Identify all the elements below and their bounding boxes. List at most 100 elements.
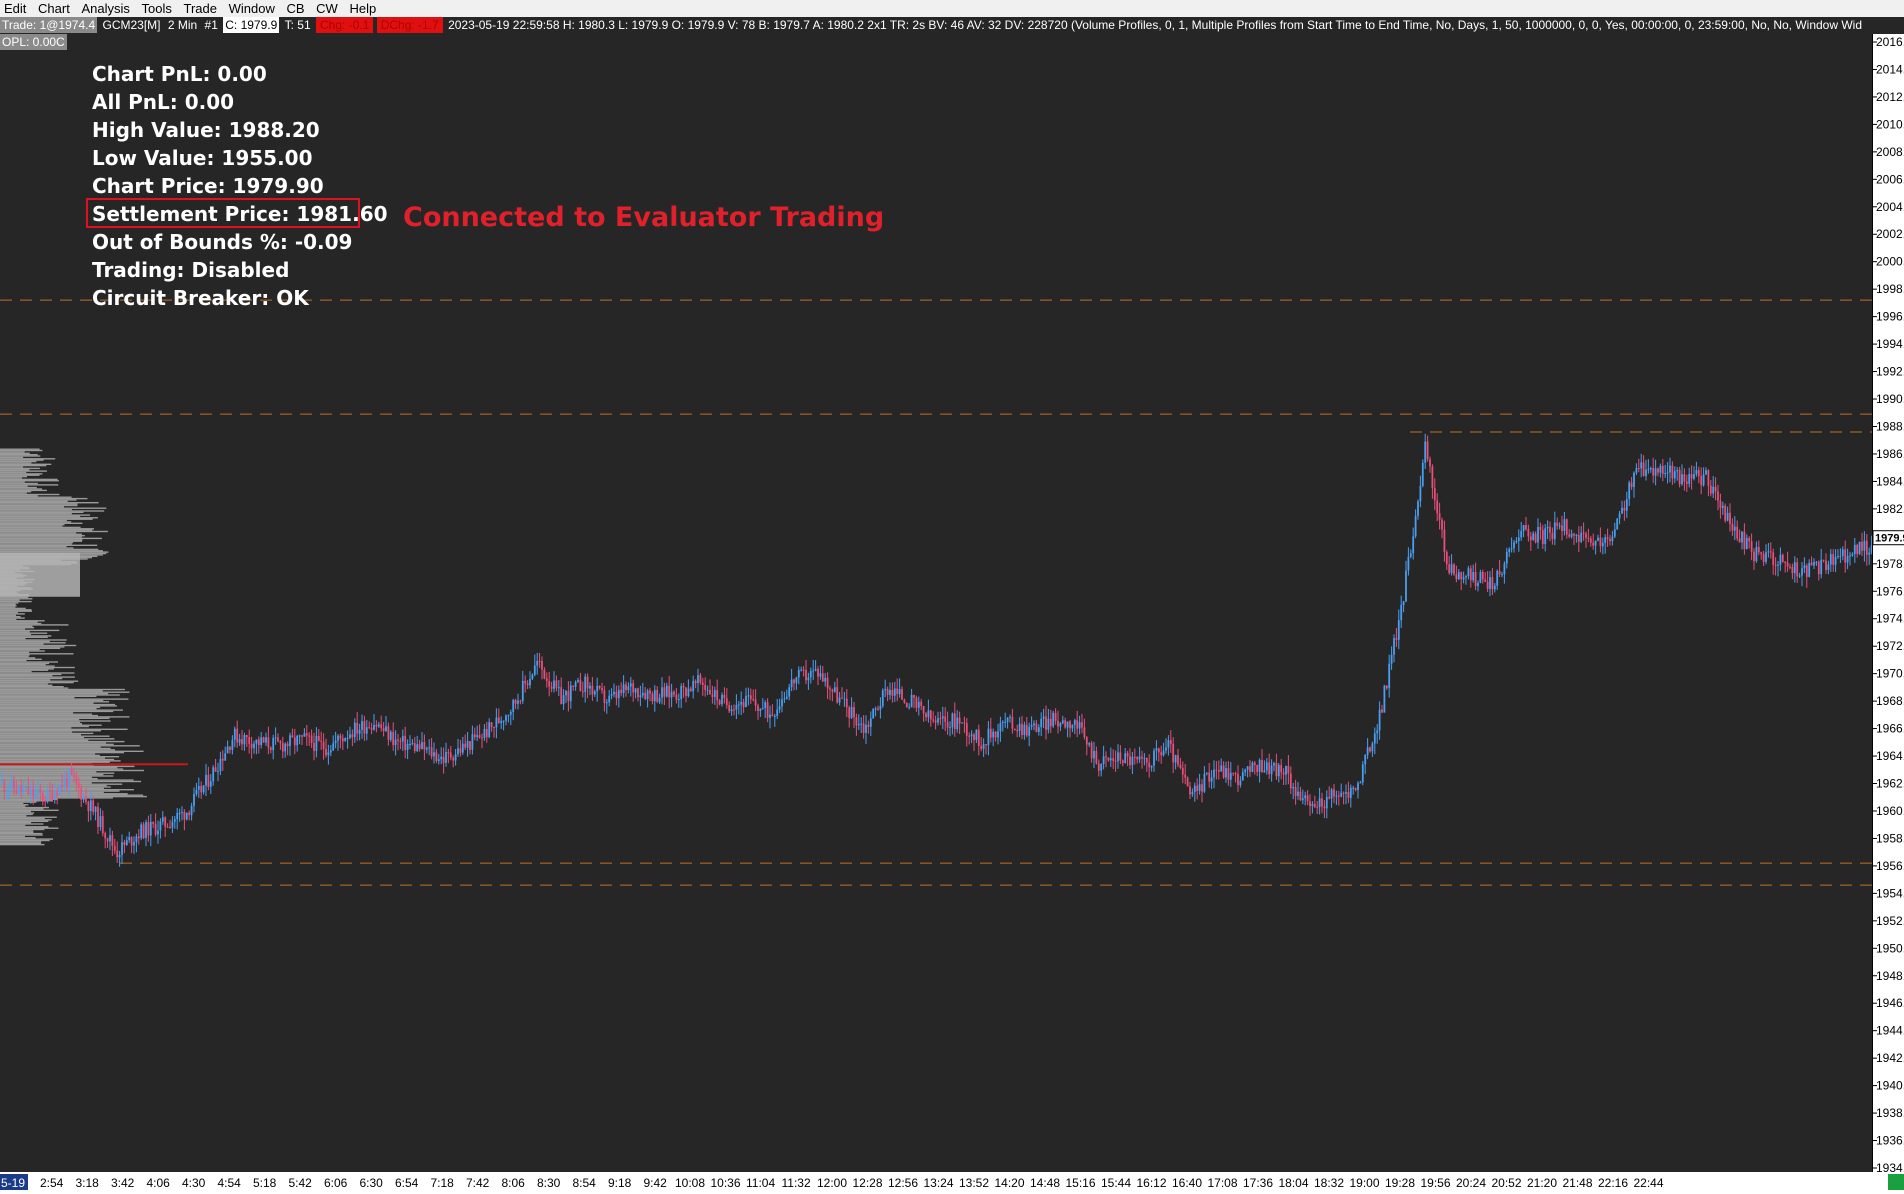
menu-tools[interactable]: Tools — [138, 0, 176, 16]
candle-body — [389, 731, 392, 740]
candle-body — [253, 743, 255, 749]
menu-chart[interactable]: Chart — [34, 0, 74, 16]
candle-body — [973, 734, 975, 740]
candle-body — [274, 737, 277, 739]
candle-body — [725, 698, 728, 706]
candle-body — [951, 713, 954, 728]
candle-body — [1690, 474, 1693, 479]
candle-body — [291, 735, 294, 738]
candle-body — [776, 709, 779, 716]
candle-body — [701, 682, 704, 685]
price-axis[interactable]: 2016.0 2014.0 2012.0 2010.0 2008.0 2006.0 2004… — [1872, 34, 1904, 1172]
candle-body — [1061, 720, 1064, 724]
candle-body — [490, 722, 493, 727]
menu-analysis[interactable]: Analysis — [77, 0, 133, 16]
candle-body — [56, 792, 59, 796]
candle-body — [989, 728, 992, 738]
current-price-label: 1979.9 — [1875, 533, 1904, 545]
candle-body — [829, 688, 831, 690]
candle-body — [572, 685, 575, 687]
menu-edit[interactable]: Edit — [0, 0, 30, 16]
time-label: 6:06 — [324, 1176, 348, 1190]
candle-body — [975, 729, 978, 741]
candle-body — [298, 735, 301, 737]
candle-body — [502, 720, 505, 722]
candle-body — [857, 724, 860, 726]
candle-body — [1095, 751, 1098, 764]
time-label: 10:08 — [675, 1176, 705, 1190]
candle-body — [135, 836, 138, 843]
candle-body — [461, 743, 464, 753]
candle-body — [1112, 758, 1115, 761]
candle-body — [1541, 530, 1544, 544]
candle-body — [1227, 768, 1230, 780]
candle-body — [903, 699, 906, 703]
candle-body — [267, 737, 270, 748]
time-label: 3:42 — [111, 1176, 135, 1190]
menu-cb[interactable]: CB — [282, 0, 308, 16]
price-label: 1952.0 — [1876, 914, 1904, 928]
time-label: 11:04 — [746, 1176, 775, 1190]
candle-body — [260, 737, 263, 746]
candle-body — [521, 680, 524, 701]
candle-body — [1169, 740, 1172, 745]
candle-body — [1441, 519, 1443, 530]
candle-body — [1726, 512, 1729, 521]
candle-body — [795, 677, 798, 684]
time-axis[interactable]: 5-19 2:54 3:18 3:42 4:06 4:30 4:54 5:18 5:42 6:06… — [0, 1172, 1904, 1194]
candle-body — [1301, 798, 1304, 801]
candle-body — [1721, 505, 1724, 508]
candle-body — [89, 800, 92, 812]
price-label: 1962.0 — [1876, 777, 1904, 791]
candle-body — [872, 709, 875, 719]
candle-body — [97, 806, 99, 827]
candle-body — [65, 778, 68, 787]
candle-body — [1753, 551, 1755, 562]
menu-trade[interactable]: Trade — [179, 0, 220, 16]
out-of-bounds: Out of Bounds %: -0.09 — [92, 230, 353, 254]
candle-body — [1556, 522, 1559, 526]
candle-body — [603, 690, 606, 703]
candle-body — [1126, 753, 1129, 757]
time-label: 19:56 — [1421, 1176, 1451, 1190]
candle-body — [1035, 723, 1038, 732]
candle-body — [968, 735, 971, 737]
candle-body — [457, 748, 459, 755]
menu-help[interactable]: Help — [345, 0, 380, 16]
candle-body — [1714, 486, 1717, 492]
candle-body — [1709, 485, 1712, 494]
candle-body — [836, 687, 839, 703]
candle-body — [673, 691, 675, 695]
candle-body — [663, 687, 666, 697]
candle-body — [706, 689, 709, 691]
candle-body — [1174, 755, 1177, 763]
candle-body — [104, 833, 107, 839]
candle-body — [941, 716, 944, 719]
candle-body — [1798, 575, 1801, 577]
candle-body — [1657, 468, 1659, 473]
candle-body — [442, 756, 445, 763]
candle-body — [1402, 601, 1405, 606]
menu-window[interactable]: Window — [225, 0, 279, 16]
candle-body — [632, 683, 635, 693]
candle-body — [1815, 561, 1818, 563]
candle-body — [687, 688, 690, 696]
price-label: 1990.0 — [1876, 392, 1904, 406]
candle-body — [1357, 783, 1359, 790]
candle-body — [562, 695, 565, 705]
candle-body — [1462, 577, 1465, 580]
candle-body — [188, 812, 191, 816]
candle-body — [646, 690, 649, 699]
trading-status: Trading: Disabled — [92, 258, 290, 282]
candle-body — [1625, 499, 1628, 511]
candle-body — [1544, 528, 1547, 544]
menu-cw[interactable]: CW — [312, 0, 342, 16]
candle-body — [1289, 773, 1292, 789]
candle-body — [620, 689, 623, 694]
candle-body — [471, 734, 474, 750]
candle-body — [1011, 716, 1014, 729]
candle-body — [1659, 465, 1662, 473]
candle-body — [1693, 474, 1695, 479]
candle-body — [1472, 572, 1475, 581]
candle-body — [704, 684, 707, 690]
